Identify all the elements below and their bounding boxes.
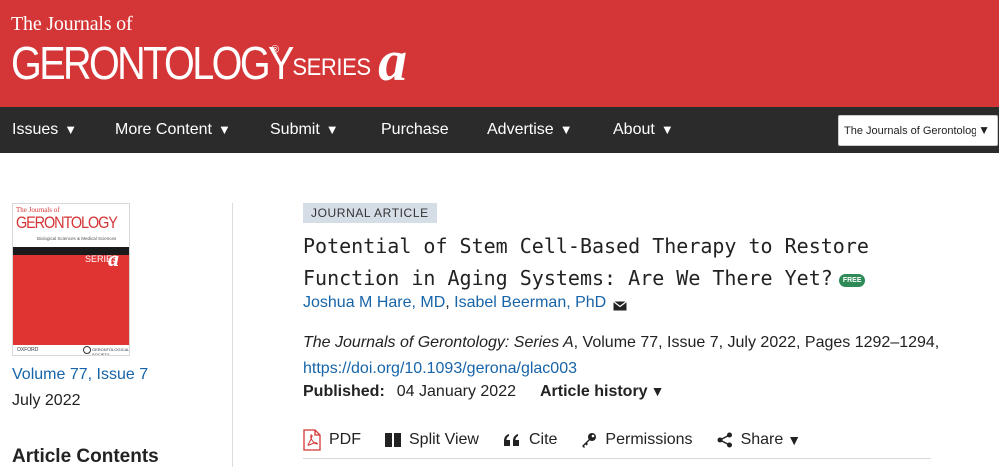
caret-down-icon: ▼	[660, 122, 674, 137]
issue-cover-image[interactable]: The Journals of GERONTOLOGY Biological S…	[12, 203, 130, 356]
article-history-toggle[interactable]: Article history ▼	[540, 383, 664, 401]
column-divider	[232, 203, 233, 467]
author-list: Joshua M Hare, MD, Isabel Beerman, PhD	[303, 294, 628, 312]
split-view-icon	[385, 433, 401, 447]
logo-series-letter: a	[378, 28, 408, 93]
journal-logo[interactable]: The Journals of GERONTOLOGY ® SERIES a	[11, 13, 408, 93]
site-header: The Journals of GERONTOLOGY ® SERIES a	[0, 0, 999, 107]
cover-journal-name: GERONTOLOGY	[16, 213, 118, 232]
share-label: Share	[740, 431, 784, 448]
share-icon	[717, 432, 733, 448]
volume-issue-link[interactable]: Volume 77, Issue 7	[12, 366, 148, 384]
cover-series-letter: a	[108, 246, 119, 271]
citation-details: , Volume 77, Issue 7, July 2022, Pages 1…	[573, 334, 940, 351]
article-title: Potential of Stem Cell-Based Therapy to …	[303, 230, 923, 294]
citation-journal: The Journals of Gerontology: Series A	[303, 334, 574, 351]
cover-subtitle: Biological Sciences & Medical Sciences	[37, 236, 117, 241]
caret-down-icon: ▼	[787, 432, 802, 448]
nav-item-label: Submit	[270, 121, 320, 138]
cite-button[interactable]: Cite	[503, 431, 557, 449]
email-icon[interactable]	[613, 298, 628, 311]
caret-down-icon: ▼	[325, 122, 339, 137]
pdf-label: PDF	[329, 431, 361, 448]
nav-item-issues[interactable]: Issues ▼	[12, 107, 77, 153]
cite-label: Cite	[528, 431, 558, 448]
journal-select[interactable]: The Journals of Gerontology ▼	[838, 115, 998, 146]
citation-block: The Journals of Gerontology: Series A, V…	[303, 330, 943, 382]
cover-society: GERONTOLOGICAL SOCIETY	[92, 347, 130, 356]
author-separator: ,	[445, 294, 455, 311]
society-seal-icon	[83, 346, 91, 354]
share-button[interactable]: Share ▼	[717, 431, 802, 449]
logo-gerontology-text: GERONTOLOGY	[11, 37, 294, 89]
caret-down-icon: ▼	[650, 383, 665, 399]
nav-item-advertise[interactable]: Advertise ▼	[487, 107, 573, 153]
split-view-button[interactable]: Split View	[385, 431, 479, 449]
journal-select-value: The Journals of Gerontology	[844, 124, 976, 137]
split-view-label: Split View	[409, 431, 479, 448]
free-access-badge: FREE	[838, 274, 866, 287]
article-history-label: Article history	[539, 383, 648, 400]
pdf-icon	[303, 429, 321, 451]
doi-link[interactable]: https://doi.org/10.1093/gerona/glac003	[303, 360, 577, 377]
logo-main: GERONTOLOGY ® SERIES a	[11, 28, 408, 93]
cover-publisher: OXFORD	[17, 347, 39, 353]
nav-item-label: About	[613, 121, 655, 138]
article-title-text: Potential of Stem Cell-Based Therapy to …	[303, 234, 869, 290]
author-link[interactable]: Joshua M Hare, MD	[303, 294, 445, 312]
nav-item-label: More Content	[115, 121, 212, 138]
article-type-badge: JOURNAL ARTICLE	[303, 203, 437, 223]
toolbar-divider	[303, 458, 931, 459]
logo-registered-mark: ®	[271, 44, 280, 56]
logo-top-text: The Journals of	[11, 13, 133, 35]
nav-item-submit[interactable]: Submit ▼	[270, 107, 339, 153]
published-date: 04 January 2022	[396, 383, 516, 400]
nav-item-more-content[interactable]: More Content ▼	[115, 107, 231, 153]
nav-item-purchase[interactable]: Purchase	[381, 107, 449, 153]
caret-down-icon: ▼	[64, 122, 78, 137]
nav-item-label: Issues	[12, 121, 59, 138]
key-icon	[581, 432, 597, 448]
chevron-down-icon: ▼	[978, 123, 990, 137]
caret-down-icon: ▼	[559, 122, 573, 137]
published-label: Published:	[303, 383, 385, 400]
main-nav: Issues ▼ More Content ▼ Submit ▼ Purchas…	[0, 107, 999, 153]
article-contents-heading: Article Contents	[12, 446, 159, 467]
pdf-button[interactable]: PDF	[303, 429, 361, 451]
permissions-label: Permissions	[605, 431, 693, 448]
issue-date: July 2022	[12, 392, 81, 409]
nav-item-about[interactable]: About ▼	[613, 107, 674, 153]
nav-item-label: Purchase	[381, 121, 449, 138]
nav-item-label: Advertise	[487, 121, 554, 138]
published-row: Published: 04 January 2022 Article histo…	[303, 383, 664, 401]
caret-down-icon: ▼	[217, 122, 231, 137]
permissions-button[interactable]: Permissions	[581, 431, 693, 449]
article-toolbar: PDF Split View Cite Permissions Share ▼	[303, 427, 825, 453]
logo-series-text: SERIES	[292, 54, 372, 81]
quote-icon	[503, 433, 521, 447]
author-link[interactable]: Isabel Beerman, PhD	[454, 294, 606, 312]
